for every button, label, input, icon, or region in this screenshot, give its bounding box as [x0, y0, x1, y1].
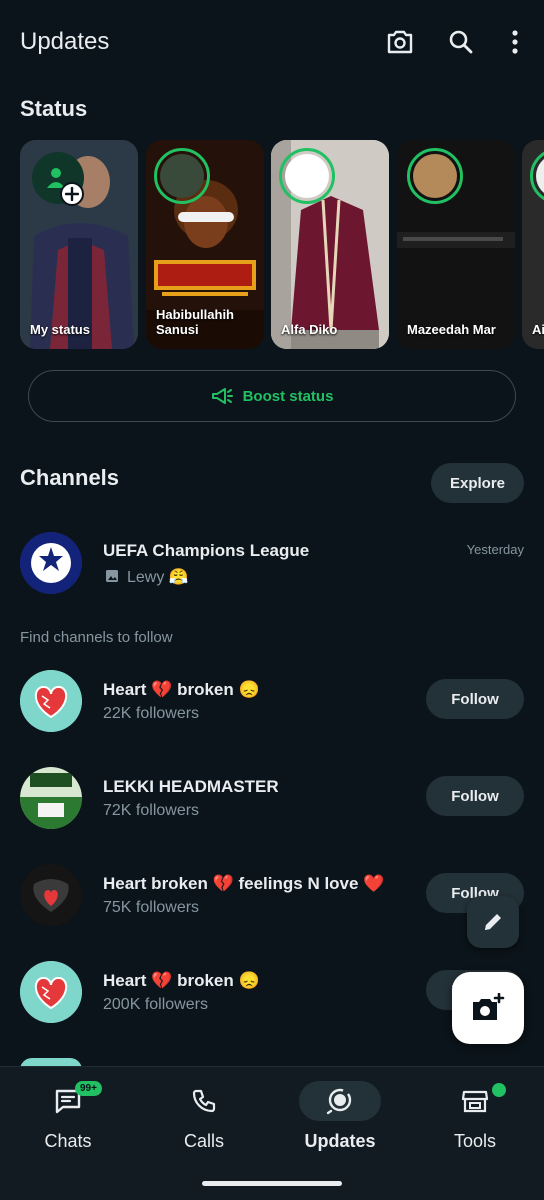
updates-icon — [326, 1088, 352, 1115]
status-avatar — [530, 148, 544, 204]
status-avatar — [279, 148, 335, 204]
nav-label: Updates — [304, 1131, 376, 1151]
channel-avatar — [20, 532, 82, 594]
channel-name: LEKKI HEADMASTER — [103, 777, 279, 796]
unread-badge: 99+ — [75, 1081, 102, 1096]
top-app-bar: Updates — [0, 0, 544, 84]
status-avatar — [154, 148, 210, 204]
add-icon[interactable] — [60, 182, 84, 206]
status-name: Ai — [532, 322, 544, 337]
status-section-title: Status — [20, 96, 88, 121]
add-photo-status-button[interactable] — [452, 972, 524, 1044]
channel-suggestion-row[interactable]: Heart broken 💔 feelings N love ❤️ 75K fo… — [0, 858, 544, 932]
channel-followers: 72K followers — [103, 802, 200, 819]
channel-avatar — [20, 767, 82, 829]
nav-tools[interactable]: Tools — [415, 1081, 535, 1161]
find-channels-label: Find channels to follow — [20, 629, 173, 646]
channel-name: UEFA Champions League — [103, 541, 310, 560]
channel-suggestion-row[interactable]: LEKKI HEADMASTER 72K followers Follow — [0, 761, 544, 835]
nav-updates-icon-wrap — [299, 1081, 381, 1121]
status-name: Alfa Diko — [281, 322, 338, 337]
channel-avatar — [20, 961, 82, 1023]
nav-calls-icon-wrap — [163, 1081, 245, 1121]
phone-icon — [192, 1089, 216, 1113]
status-card-partial[interactable]: Ai — [522, 140, 544, 349]
nav-chats-icon-wrap: 99+ — [27, 1081, 109, 1121]
channel-followers: 22K followers — [103, 705, 200, 722]
more-vert-icon[interactable] — [497, 24, 533, 60]
camera-add-icon — [473, 993, 505, 1020]
home-indicator[interactable] — [202, 1181, 342, 1186]
explore-button[interactable]: Explore — [431, 463, 524, 503]
channel-suggestion-row[interactable]: Heart 💔 broken 😞 22K followers Follow — [0, 664, 544, 738]
channel-time: Yesterday — [466, 542, 524, 557]
notification-dot — [492, 1083, 506, 1097]
channels-section-title: Channels — [20, 465, 120, 490]
nav-chats[interactable]: 99+ Chats — [8, 1081, 128, 1161]
boost-status-button[interactable]: Boost status — [28, 370, 516, 422]
status-carousel[interactable]: My status Habibullahih Sanusi Alfa Diko — [20, 140, 544, 350]
channel-name: Heart 💔 broken 😞 — [103, 680, 260, 699]
megaphone-icon — [211, 388, 233, 404]
follow-button[interactable]: Follow — [426, 679, 524, 719]
search-icon[interactable] — [443, 24, 479, 60]
nav-tools-icon-wrap — [434, 1081, 516, 1121]
channel-followers: 75K followers — [103, 899, 200, 916]
status-name: My status — [30, 322, 90, 337]
nav-label: Calls — [183, 1131, 224, 1151]
channel-name: Heart broken 💔 feelings N love ❤️ — [103, 874, 385, 893]
status-card-my-status[interactable]: My status — [20, 140, 138, 349]
boost-status-label: Boost status — [242, 387, 334, 405]
status-card-habibullahih[interactable]: Habibullahih Sanusi — [146, 140, 264, 349]
pencil-icon — [485, 914, 501, 930]
status-avatar — [407, 148, 463, 204]
image-icon — [105, 569, 119, 588]
channel-avatar — [20, 670, 82, 732]
edit-text-status-button[interactable] — [467, 896, 519, 948]
channel-last-message: Lewy 😤 — [127, 569, 189, 586]
status-name: Mazeedah Mar — [407, 322, 496, 337]
status-card-mazeedah[interactable]: Mazeedah Mar — [397, 140, 515, 349]
channel-avatar — [20, 864, 82, 926]
camera-icon[interactable] — [382, 24, 418, 60]
page-title: Updates — [20, 28, 110, 55]
bottom-navigation: 99+ Chats Calls Updates Tools — [0, 1066, 544, 1200]
status-name: Habibullahih Sanusi — [156, 307, 234, 337]
status-card-alfa-diko[interactable]: Alfa Diko — [271, 140, 389, 349]
store-icon — [461, 1090, 489, 1113]
nav-label: Chats — [44, 1131, 92, 1151]
nav-label: Tools — [453, 1131, 497, 1151]
nav-updates[interactable]: Updates — [280, 1081, 400, 1161]
channel-followers: 200K followers — [103, 996, 208, 1013]
nav-calls[interactable]: Calls — [144, 1081, 264, 1161]
channel-row-uefa[interactable]: UEFA Champions League Lewy 😤 Yesterday — [0, 527, 544, 601]
follow-button[interactable]: Follow — [426, 776, 524, 816]
channel-name: Heart 💔 broken 😞 — [103, 971, 260, 990]
